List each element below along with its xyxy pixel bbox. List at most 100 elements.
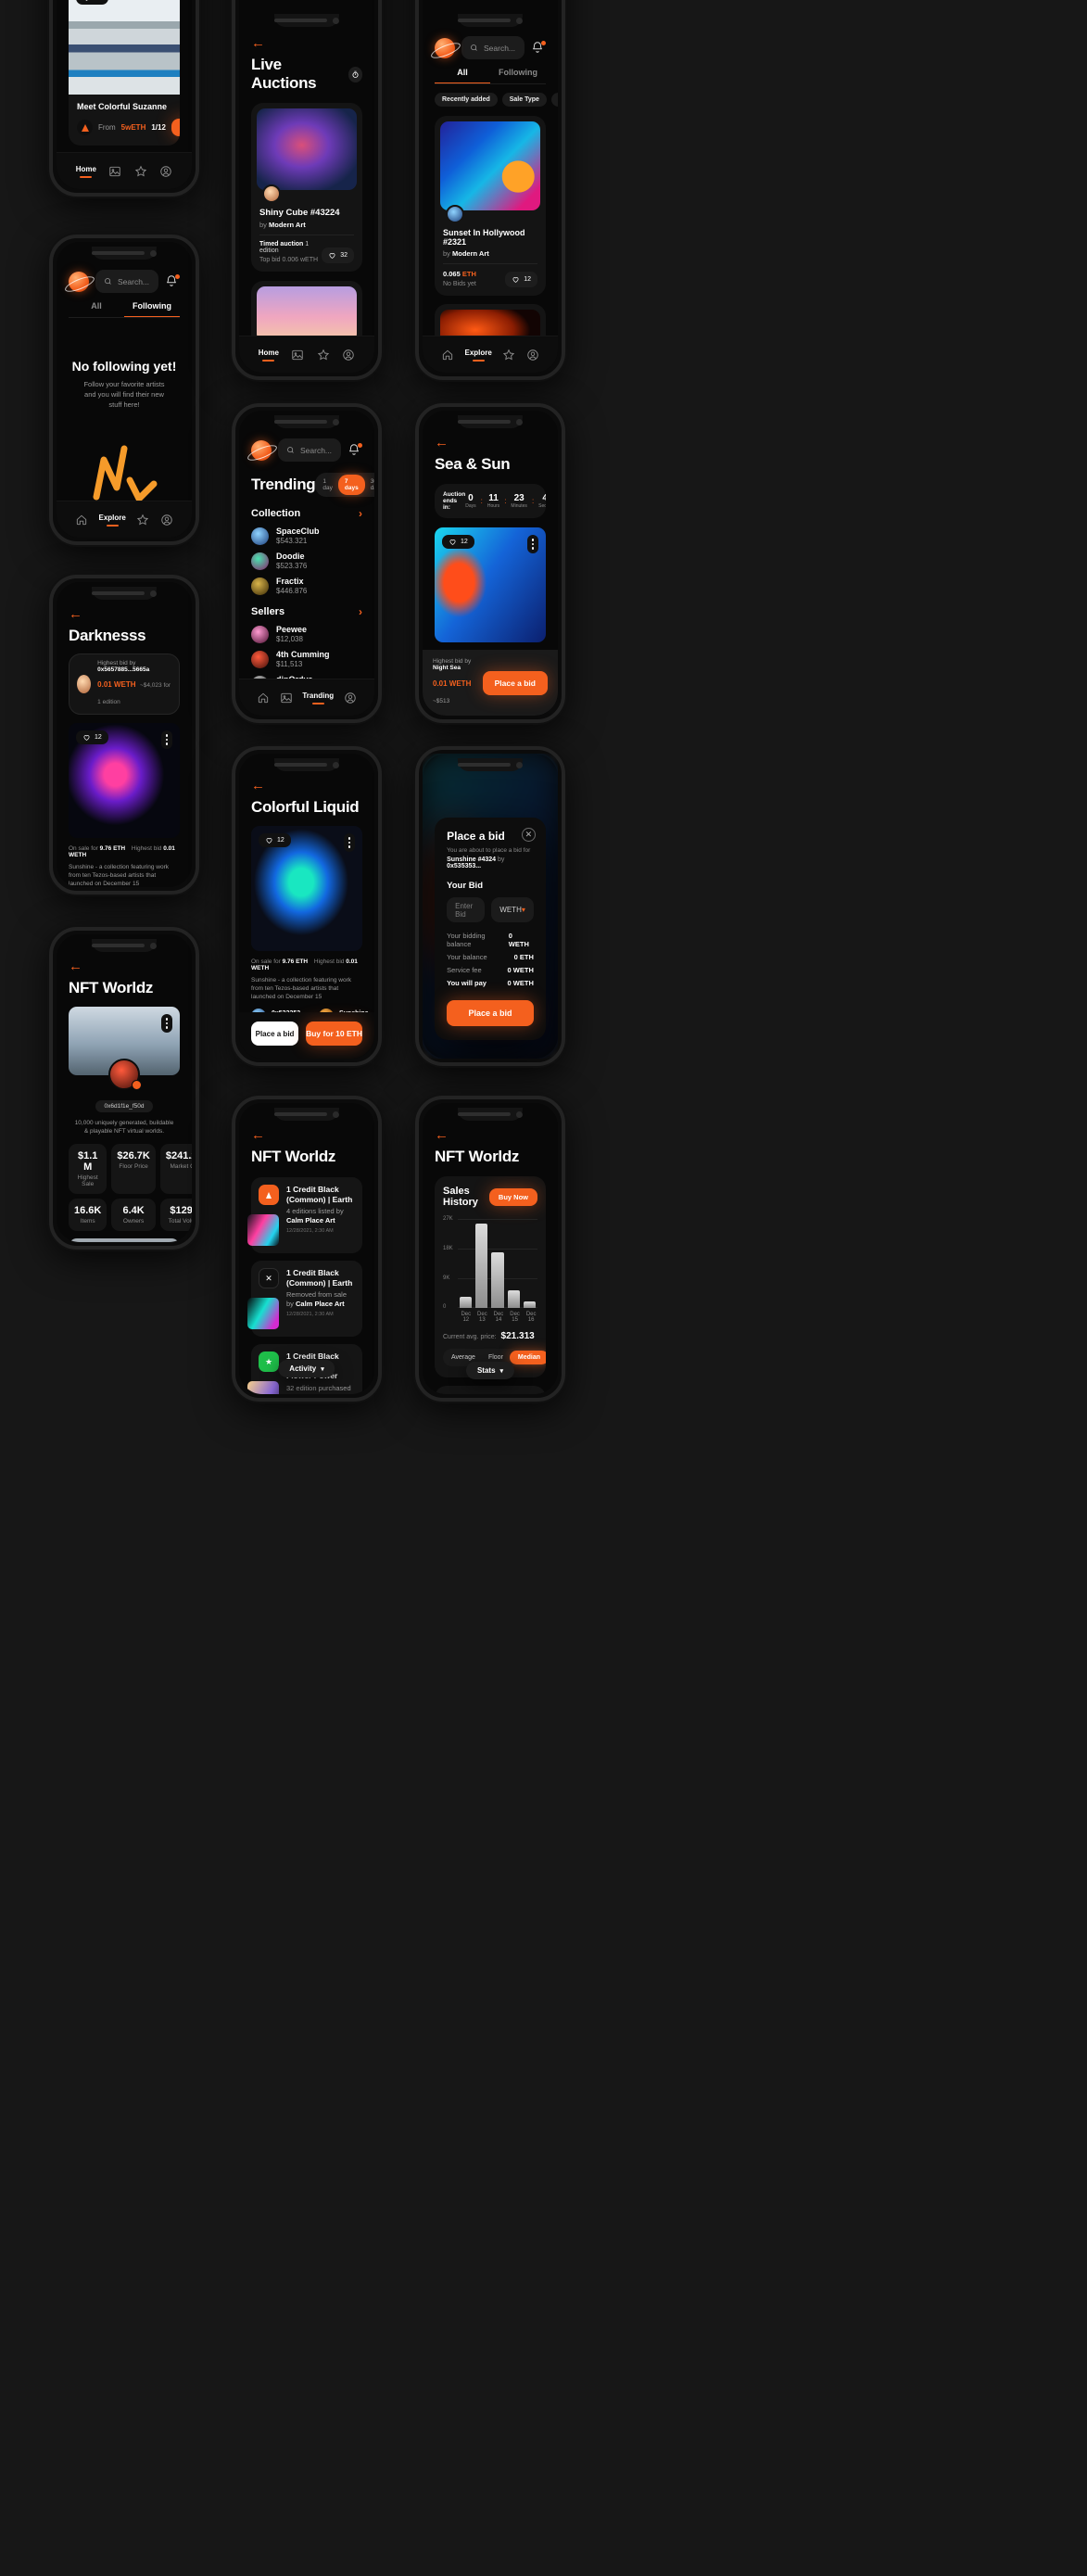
bottom-nav[interactable]: Explore xyxy=(423,336,558,373)
nav-profile[interactable] xyxy=(160,514,173,527)
bottom-nav[interactable]: Home xyxy=(57,152,192,189)
section-header-sellers[interactable]: Sellers › xyxy=(251,605,362,618)
activity-item[interactable]: ✕ 1 Credit Black (Common) | Earth Remove… xyxy=(247,1261,362,1337)
nav-gallery[interactable] xyxy=(108,165,121,178)
range-toggle[interactable]: 1 day 7 days 30 days xyxy=(315,473,374,497)
search-input[interactable]: Search... xyxy=(461,36,525,59)
tab-following[interactable]: Following xyxy=(490,68,546,83)
nav-home[interactable] xyxy=(441,349,454,362)
bid-amount-input[interactable]: Enter Bid xyxy=(447,897,486,923)
stat-item: 16.6K Items xyxy=(69,1199,107,1232)
mode-median[interactable]: Median xyxy=(509,1351,546,1364)
like-button[interactable]: 12 xyxy=(505,272,537,287)
back-button[interactable]: ← xyxy=(69,959,82,973)
back-button[interactable]: ← xyxy=(251,779,265,793)
like-badge[interactable]: 12 xyxy=(442,535,474,549)
bidbar-label: Highest bid by xyxy=(433,658,472,665)
like-badge[interactable]: 12 xyxy=(259,833,291,847)
nav-home[interactable] xyxy=(75,514,88,527)
feed-tabs[interactable]: All Following xyxy=(435,68,546,84)
feed-tabs[interactable]: All Following xyxy=(69,301,180,318)
filter-sale-type[interactable]: Sale Type xyxy=(501,93,547,107)
notifications-button[interactable] xyxy=(348,442,362,458)
buy-for-eth-button[interactable]: Buy for 10 ETH xyxy=(306,1022,362,1046)
tab-all[interactable]: All xyxy=(435,68,490,83)
nav-trending[interactable]: Tranding xyxy=(302,692,334,704)
back-button[interactable]: ← xyxy=(251,1128,265,1142)
user-icon xyxy=(161,514,172,526)
nav-home[interactable] xyxy=(257,692,270,704)
back-button[interactable]: ← xyxy=(435,436,449,450)
nav-explore[interactable]: Explore xyxy=(464,349,492,362)
stats-dropdown[interactable]: Stats ▾ xyxy=(465,1362,515,1379)
notifications-button[interactable] xyxy=(531,40,546,56)
place-a-bid-button[interactable]: Place a bid xyxy=(251,1022,299,1046)
nav-profile[interactable] xyxy=(526,349,539,362)
chevron-down-icon: ▾ xyxy=(521,906,525,915)
currency-select[interactable]: WETH ▾ xyxy=(491,897,534,923)
list-item[interactable]: 4th Cumming $11,513 xyxy=(251,650,362,668)
nft-card[interactable]: Sunset In Hollywood #2321 by Modern Art … xyxy=(435,116,546,296)
back-button[interactable]: ← xyxy=(435,1128,449,1142)
back-button[interactable]: ← xyxy=(69,607,82,621)
tab-following[interactable]: Following xyxy=(124,301,180,317)
nav-favorites[interactable] xyxy=(317,349,330,362)
nav-favorites[interactable] xyxy=(136,514,149,527)
back-button[interactable]: ← xyxy=(251,36,265,50)
search-placeholder: Search... xyxy=(118,276,150,286)
filter-recently-added[interactable]: Recently added xyxy=(435,93,498,107)
nav-gallery[interactable] xyxy=(280,692,293,704)
nav-home[interactable]: Home xyxy=(76,165,96,178)
bottom-nav[interactable]: Explore xyxy=(57,501,192,538)
place-a-bid-button[interactable]: Place a bid xyxy=(482,670,548,695)
range-30days[interactable]: 30 days xyxy=(365,475,374,495)
countdown-sep: : xyxy=(480,497,483,505)
nav-profile[interactable] xyxy=(344,692,357,704)
item-name: Doodie xyxy=(276,552,305,561)
bottom-nav[interactable]: Tranding xyxy=(239,679,374,716)
auction-card[interactable]: Shiny Cube #43224 by Modern Art Timed au… xyxy=(251,103,362,272)
chevron-right-icon[interactable]: › xyxy=(359,507,362,520)
stat-value: $1.1 M xyxy=(77,1150,98,1174)
more-options-button[interactable] xyxy=(343,833,355,852)
list-item[interactable]: SpaceClub $543.321 xyxy=(251,527,362,545)
like-badge[interactable]: 12 xyxy=(76,0,108,5)
search-input[interactable]: Search... xyxy=(95,270,158,293)
close-icon[interactable]: ✕ xyxy=(521,828,536,843)
list-item[interactable]: Doodie $523.376 xyxy=(251,552,362,570)
submit-bid-button[interactable]: Place a bid xyxy=(447,1000,534,1027)
like-badge[interactable]: 12 xyxy=(76,730,108,744)
item-name: 4th Cumming xyxy=(276,650,330,659)
section-header-collection[interactable]: Collection › xyxy=(251,507,362,520)
activity-item[interactable]: 1 Credit Black (Common) | Earth 4 editio… xyxy=(247,1177,362,1253)
more-options-button[interactable] xyxy=(160,1014,172,1033)
nav-home[interactable]: Home xyxy=(259,349,279,362)
list-item[interactable]: Fractix $446.876 xyxy=(251,577,362,595)
nav-gallery[interactable] xyxy=(291,349,304,362)
nav-profile[interactable] xyxy=(159,165,172,178)
close-circle-icon: ✕ xyxy=(259,1268,279,1288)
search-input[interactable]: Search... xyxy=(278,438,341,462)
list-item[interactable]: Peewee $12,038 xyxy=(251,625,362,643)
nav-favorites[interactable] xyxy=(134,165,147,178)
nav-favorites[interactable] xyxy=(502,349,515,362)
featured-card[interactable]: 12 Meet Colorful Suzanne From 5wETH 1/12 xyxy=(69,0,180,146)
contract-badge[interactable]: 0x6d1f1e_f50d xyxy=(95,1100,153,1112)
bottom-nav[interactable]: Home xyxy=(239,336,374,373)
buy-now-button[interactable]: Buy Now xyxy=(488,1187,537,1206)
chevron-right-icon[interactable]: › xyxy=(359,605,362,618)
buy-now-button[interactable]: Buy Now xyxy=(171,119,180,136)
more-options-button[interactable] xyxy=(160,730,172,749)
more-options-button[interactable] xyxy=(526,535,538,553)
filter-price-range[interactable]: Price range xyxy=(550,93,558,107)
range-7days[interactable]: 7 days xyxy=(337,475,365,495)
like-button[interactable]: 32 xyxy=(322,247,354,263)
nav-explore[interactable]: Explore xyxy=(98,514,126,527)
tab-all[interactable]: All xyxy=(69,301,124,317)
nav-profile[interactable] xyxy=(342,349,355,362)
filter-chips[interactable]: Recently added Sale Type Price range xyxy=(435,93,558,107)
notifications-button[interactable] xyxy=(165,273,180,289)
range-1day[interactable]: 1 day xyxy=(317,475,337,495)
activity-dropdown[interactable]: Activity ▾ xyxy=(278,1360,335,1377)
x-tick-dec-15: Dec 15 xyxy=(510,1312,520,1323)
